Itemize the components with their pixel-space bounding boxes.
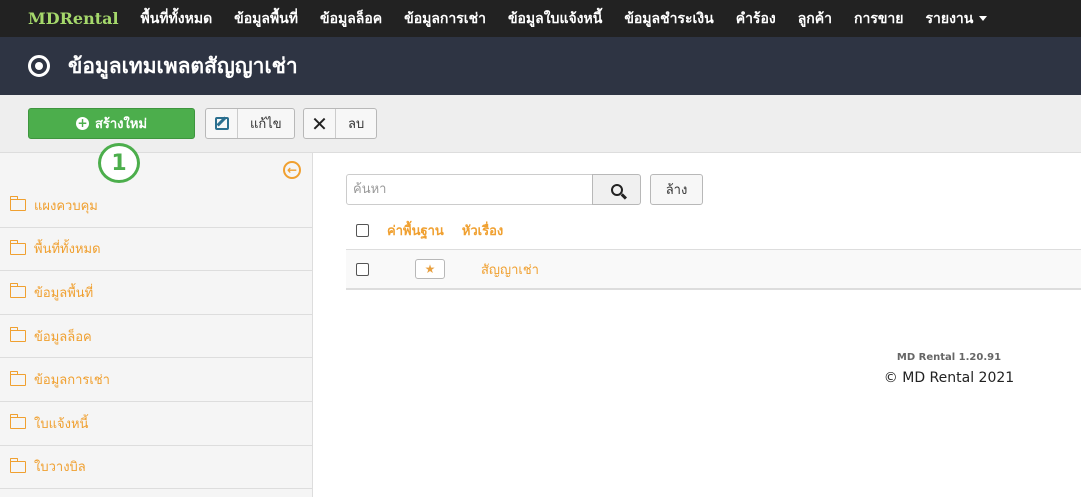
close-icon: ✕ xyxy=(311,111,328,136)
top-navbar: MDRental พื้นที่ทั้งหมด ข้อมูลพื้นที่ ข้… xyxy=(0,0,1081,37)
folder-icon xyxy=(9,327,26,343)
record-circle-icon xyxy=(28,55,50,77)
folder-icon xyxy=(9,196,26,212)
edit-button-label: แก้ไข xyxy=(250,117,282,132)
nav-item-payment-info[interactable]: ข้อมูลชำระเงิน xyxy=(624,8,713,30)
caret-down-icon xyxy=(979,16,988,21)
edit-icon-wrap xyxy=(206,109,238,138)
page-header: ข้อมูลเทมเพลตสัญญาเช่า xyxy=(0,37,1081,95)
sidebar-item-label: แผงควบคุม xyxy=(34,198,98,214)
clear-button[interactable]: ล้าง xyxy=(650,174,703,205)
folder-icon xyxy=(9,414,26,430)
create-button[interactable]: + สร้างใหม่ xyxy=(28,108,195,139)
sidebar-item-label: ใบแจ้งหนี้ xyxy=(34,416,89,432)
template-table: ค่าพื้นฐาน หัวเรื่อง ★ สัญญาเช่า xyxy=(346,211,1081,290)
folder-icon xyxy=(9,239,26,255)
folder-icon xyxy=(9,457,26,473)
page-title: ข้อมูลเทมเพลตสัญญาเช่า xyxy=(68,53,298,78)
sidebar: ← แผงควบคุม พื้นที่ทั้งหมด ข้อมูลพื้นที่… xyxy=(0,153,313,497)
column-header-default[interactable]: ค่าพื้นฐาน xyxy=(387,220,444,241)
sidebar-item-invoices[interactable]: ใบแจ้งหนี้ xyxy=(0,402,312,446)
plus-circle-icon: + xyxy=(75,116,89,130)
delete-icon-wrap: ✕ xyxy=(304,109,336,138)
default-star-badge: ★ xyxy=(415,259,445,279)
create-button-label: สร้างใหม่ xyxy=(94,117,148,132)
row-title-link[interactable]: สัญญาเช่า xyxy=(481,259,539,280)
search-input[interactable] xyxy=(346,174,593,205)
table-row[interactable]: ★ สัญญาเช่า xyxy=(346,250,1081,290)
toolbar: + สร้างใหม่ แก้ไข ✕ ลบ xyxy=(0,95,1081,153)
footer-version: MD Rental 1.20.91 xyxy=(896,352,1002,363)
nav-item-area-info[interactable]: ข้อมูลพื้นที่ xyxy=(234,8,298,30)
nav-item-all-areas[interactable]: พื้นที่ทั้งหมด xyxy=(141,8,213,30)
sidebar-item-billing[interactable]: ใบวางบิล xyxy=(0,446,312,490)
row-checkbox[interactable] xyxy=(356,262,369,276)
edit-icon xyxy=(214,117,229,130)
nav-item-reports[interactable]: รายงาน xyxy=(926,8,988,30)
column-header-title[interactable]: หัวเรื่อง xyxy=(462,220,503,241)
footer-copyright: © MD Rental 2021 xyxy=(883,370,1015,386)
sidebar-item-all-areas[interactable]: พื้นที่ทั้งหมด xyxy=(0,228,312,272)
sidebar-item-label: ข้อมูลการเช่า xyxy=(34,373,110,389)
sidebar-list: แผงควบคุม พื้นที่ทั้งหมด ข้อมูลพื้นที่ ข… xyxy=(0,184,312,490)
nav-item-customers[interactable]: ลูกค้า xyxy=(798,8,832,30)
table-header: ค่าพื้นฐาน หัวเรื่อง xyxy=(346,211,1081,250)
nav-item-sales[interactable]: การขาย xyxy=(854,8,904,30)
edit-button[interactable]: แก้ไข xyxy=(205,108,295,139)
search-button[interactable] xyxy=(592,174,641,205)
nav-item-lock-info[interactable]: ข้อมูลล็อค xyxy=(320,8,382,30)
star-icon: ★ xyxy=(424,262,436,276)
step-callout: 1 xyxy=(98,143,140,183)
folder-icon xyxy=(9,370,26,386)
sidebar-item-label: ใบวางบิล xyxy=(34,460,86,476)
brand-logo[interactable]: MDRental xyxy=(28,9,119,28)
nav-item-invoice-info[interactable]: ข้อมูลใบแจ้งหนี้ xyxy=(508,8,602,30)
arrow-left-circle-icon[interactable]: ← xyxy=(283,161,301,179)
nav-item-rental-info[interactable]: ข้อมูลการเช่า xyxy=(404,8,486,30)
delete-button-label: ลบ xyxy=(348,117,365,132)
sidebar-item-dashboard[interactable]: แผงควบคุม xyxy=(0,184,312,228)
nav-item-reports-label: รายงาน xyxy=(925,10,974,27)
folder-icon xyxy=(9,283,26,299)
select-all-checkbox[interactable] xyxy=(356,223,369,237)
sidebar-item-label: พื้นที่ทั้งหมด xyxy=(34,242,101,258)
sidebar-item-rental-info[interactable]: ข้อมูลการเช่า xyxy=(0,358,312,402)
sidebar-item-label: ข้อมูลพื้นที่ xyxy=(34,285,94,301)
search-icon xyxy=(610,183,623,196)
sidebar-item-area-info[interactable]: ข้อมูลพื้นที่ xyxy=(0,271,312,315)
sidebar-item-lock-info[interactable]: ข้อมูลล็อค xyxy=(0,315,312,359)
nav-item-requests[interactable]: คำร้อง xyxy=(736,8,776,30)
delete-button[interactable]: ✕ ลบ xyxy=(303,108,378,139)
sidebar-item-label: ข้อมูลล็อค xyxy=(34,329,92,345)
